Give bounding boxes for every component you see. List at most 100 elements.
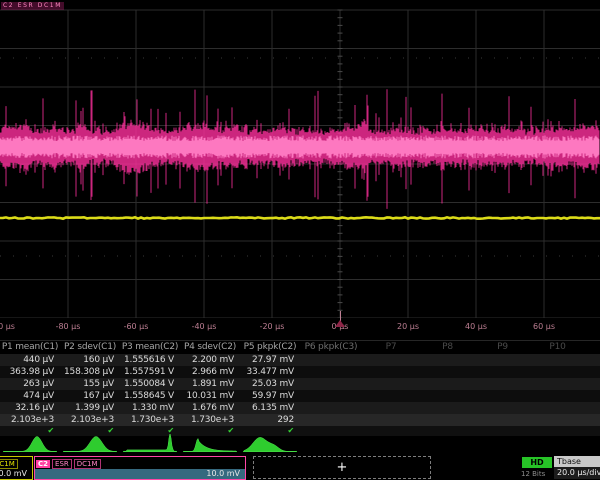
param-header[interactable]: P8 [420,341,475,354]
descriptor-bar: C1 DC1M 10.0 mV C2 ESR DC1M 10.0 mV + HD… [0,453,600,480]
param-value: 1.558645 V [120,390,180,402]
param-value [362,414,420,426]
x-axis-label: 20 µs [397,322,419,331]
param-value: 27.97 mV [240,354,300,366]
param-value: 2.103e+3 [0,414,60,426]
timebase-value: 20.0 µs/div [554,467,600,479]
histicon-2[interactable] [60,434,120,453]
param-value: 2.966 mV [180,366,240,378]
param-value [362,390,420,402]
histicon-3[interactable] [120,434,180,453]
measurement-row: 363.98 µV158.308 µV1.557591 V2.966 mV33.… [0,366,600,378]
param-header[interactable]: P11 [585,341,600,354]
x-axis-label: -100 µs [0,322,15,331]
measurement-row: 263 µV155 µV1.550084 V1.891 mV25.03 mV [0,378,600,390]
param-value [300,366,362,378]
c1-volts-per-div: 10.0 mV [0,469,32,479]
param-value [420,378,475,390]
param-value [420,390,475,402]
param-value [530,402,585,414]
param-value [420,366,475,378]
param-header[interactable]: P3 mean(C2) [120,341,180,354]
param-value [530,366,585,378]
measurement-table: P1 mean(C1)P2 sdev(C1)P3 mean(C2)P4 sdev… [0,340,600,436]
param-header[interactable]: P7 [362,341,420,354]
param-value [475,354,530,366]
param-value: 292 [240,414,300,426]
param-value: 25.03 mV [240,378,300,390]
param-value [585,402,600,414]
plus-icon: + [337,460,348,475]
param-value [300,378,362,390]
param-value: 1.330 mV [120,402,180,414]
param-header[interactable]: P1 mean(C1) [0,341,60,354]
param-value [475,402,530,414]
param-value: 1.730e+3 [120,414,180,426]
param-value [420,354,475,366]
param-value: 160 µV [60,354,120,366]
measurement-header-row: P1 mean(C1)P2 sdev(C1)P3 mean(C2)P4 sdev… [0,341,600,354]
measurement-row: 440 µV160 µV1.555616 V2.200 mV27.97 mV [0,354,600,366]
param-header[interactable]: P4 sdev(C2) [180,341,240,354]
param-header[interactable]: P2 sdev(C1) [60,341,120,354]
param-value [475,390,530,402]
channel-c1-descriptor[interactable]: C1 DC1M 10.0 mV [0,456,33,480]
param-value [300,402,362,414]
param-value [530,414,585,426]
param-value [585,414,600,426]
param-header[interactable]: P9 [475,341,530,354]
oscilloscope-screen: C2 ESR DC1M -100 µs-80 µs-60 µs-40 µs-20… [0,0,600,480]
channel-c2-descriptor[interactable]: C2 ESR DC1M 10.0 mV [34,456,246,480]
param-value: 1.891 mV [180,378,240,390]
param-value [362,402,420,414]
param-value: 10.031 mV [180,390,240,402]
measurement-row: 474 µV167 µV1.558645 V10.031 mV59.97 mV [0,390,600,402]
param-value: 1.730e+3 [180,414,240,426]
param-value [420,414,475,426]
timebase-descriptor[interactable]: Tbase 20.0 µs/div [554,456,600,479]
param-value [585,366,600,378]
param-value: 363.98 µV [0,366,60,378]
param-value: 33.477 mV [240,366,300,378]
param-value: 158.308 µV [60,366,120,378]
histicon-4[interactable] [180,434,240,453]
param-value [420,402,475,414]
param-header[interactable]: P5 pkpk(C2) [240,341,300,354]
x-axis-label: -60 µs [124,322,149,331]
param-value: 32.16 µV [0,402,60,414]
param-value: 59.97 mV [240,390,300,402]
waveform-display[interactable] [0,0,600,318]
histicon-5[interactable] [240,434,300,453]
c1-coupling-badge: DC1M [0,459,18,469]
param-value: 1.550084 V [120,378,180,390]
trigger-position-marker[interactable] [335,320,345,327]
measurement-row: 2.103e+32.103e+31.730e+31.730e+3292 [0,414,600,426]
param-header[interactable]: P10 [530,341,585,354]
param-value: 167 µV [60,390,120,402]
param-value [530,354,585,366]
param-value [475,378,530,390]
param-value: 1.555616 V [120,354,180,366]
c2-label: C2 [36,460,50,468]
param-value: 6.135 mV [240,402,300,414]
param-value [585,354,600,366]
histicon-1[interactable] [0,434,60,453]
x-axis-label: -80 µs [56,322,81,331]
param-value: 474 µV [0,390,60,402]
c2-esr-badge: ESR [52,459,72,469]
hd-mode-badge[interactable]: HD [522,457,552,468]
param-value [585,378,600,390]
measurement-row: 32.16 µV1.399 µV1.330 mV1.676 mV6.135 mV [0,402,600,414]
param-value [300,414,362,426]
trace-c2 [0,89,599,209]
add-trace-button[interactable]: + [253,456,431,479]
timebase-title: Tbase [554,456,600,467]
c2-volts-per-div: 10.0 mV [35,469,245,479]
param-value: 1.557591 V [120,366,180,378]
param-value: 155 µV [60,378,120,390]
param-value [530,390,585,402]
param-value [362,366,420,378]
param-value: 1.676 mV [180,402,240,414]
param-header[interactable]: P6 pkpk(C3) [300,341,362,354]
x-axis-label: 40 µs [465,322,487,331]
